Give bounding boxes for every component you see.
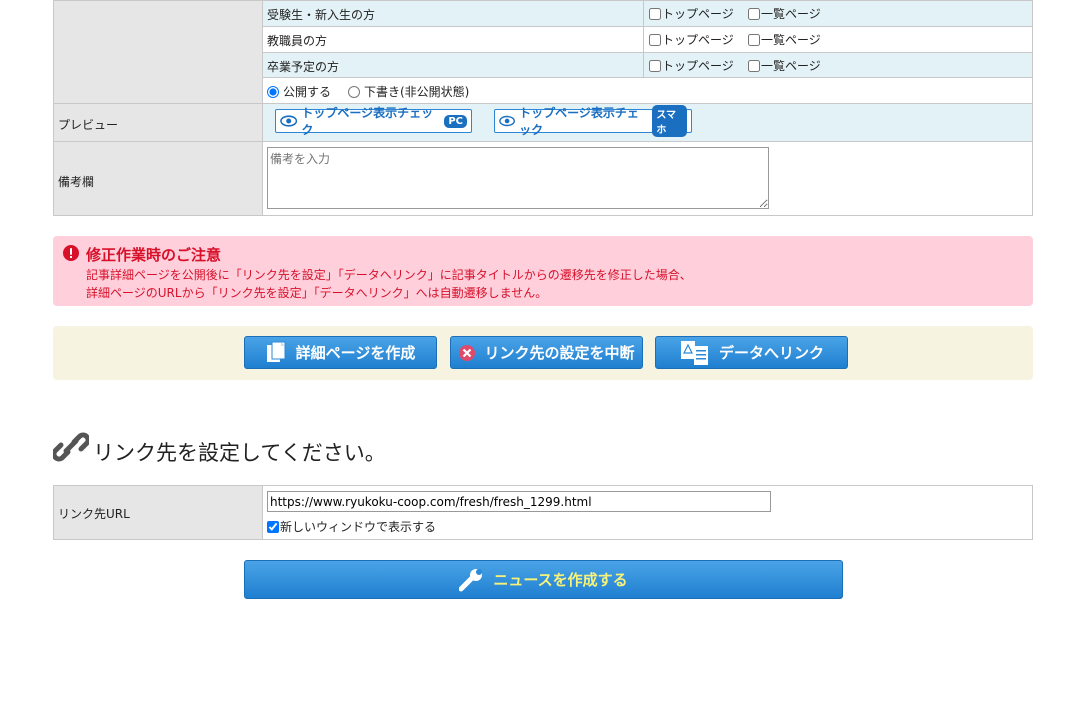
public-radio[interactable]: 公開する	[267, 83, 331, 100]
document-icon	[266, 341, 286, 362]
publish-target-label-cell	[54, 1, 263, 103]
draft-radio[interactable]: 下書き(非公開状態)	[348, 83, 469, 100]
preview-sp-button[interactable]: トップページ表示チェック スマホ	[494, 105, 692, 137]
preview-label-cell: プレビュー	[54, 103, 263, 141]
wrench-icon	[459, 568, 483, 591]
data-link-button[interactable]: データへリンク	[655, 336, 848, 369]
eye-icon	[280, 115, 298, 127]
remarks-label-cell: 備考欄	[54, 141, 263, 215]
link-chain-icon	[53, 432, 89, 462]
url-label: リンク先URL	[58, 507, 130, 521]
cancel-icon	[459, 344, 476, 361]
preview-pc-button[interactable]: トップページ表示チェック PC	[275, 106, 472, 137]
preview-label: プレビュー	[58, 118, 119, 132]
list-page-checkbox[interactable]: 一覧ページ	[748, 57, 821, 74]
new-window-checkbox[interactable]: 新しいウィンドウで表示する	[267, 518, 436, 535]
notice-line-2: 詳細ページのURLから「リンク先を設定」「データへリンク」へは自動遷移しません。	[86, 286, 548, 300]
create-news-button[interactable]: ニュースを作成する	[244, 560, 843, 599]
exclamation-icon	[63, 245, 79, 261]
publish-row-divider	[643, 53, 644, 77]
publish-row: 教職員の方 トップページ 一覧ページ	[263, 26, 1032, 52]
top-page-checkbox[interactable]: トップページ	[649, 31, 734, 48]
link-url-input[interactable]	[267, 491, 771, 512]
file-icon	[680, 340, 708, 365]
remarks-label: 備考欄	[58, 175, 95, 189]
publish-row-divider	[643, 1, 644, 26]
top-page-checkbox[interactable]: トップページ	[649, 57, 734, 74]
publish-row-label: 教職員の方	[267, 34, 328, 48]
sp-badge: スマホ	[652, 105, 687, 137]
cancel-link-setting-button[interactable]: リンク先の設定を中断	[450, 336, 643, 369]
remarks-cell	[263, 141, 1032, 215]
list-page-checkbox[interactable]: 一覧ページ	[748, 5, 821, 22]
publish-settings-table: 受験生・新入生の方 トップページ 一覧ページ 教職員の方 トップページ 一覧ペー…	[53, 0, 1033, 216]
publish-status-row: 公開する 下書き(非公開状態)	[263, 77, 1032, 103]
eye-icon	[499, 115, 515, 127]
action-bar: 詳細ページを作成 リンク先の設定を中断 データへリンク	[53, 326, 1033, 380]
link-section-heading: リンク先を設定してください。	[93, 441, 386, 465]
notice-line-1: 記事詳細ページを公開後に「リンク先を設定」「データへリンク」に記事タイトルからの…	[86, 268, 692, 282]
create-detail-page-button[interactable]: 詳細ページを作成	[244, 336, 437, 369]
publish-row-label: 卒業予定の方	[267, 60, 340, 74]
remarks-textarea[interactable]	[267, 147, 769, 209]
notice-title: 修正作業時のご注意	[86, 246, 222, 264]
link-table: リンク先URL 新しいウィンドウで表示する	[53, 485, 1033, 540]
publish-row: 卒業予定の方 トップページ 一覧ページ	[263, 52, 1032, 77]
publish-row-divider	[643, 27, 644, 52]
publish-row: 受験生・新入生の方 トップページ 一覧ページ	[263, 1, 1032, 26]
top-page-checkbox[interactable]: トップページ	[649, 5, 734, 22]
notice-box: 修正作業時のご注意 記事詳細ページを公開後に「リンク先を設定」「データへリンク」…	[53, 236, 1033, 306]
publish-row-label: 受験生・新入生の方	[267, 8, 376, 22]
pc-badge: PC	[444, 114, 467, 128]
preview-cell: トップページ表示チェック PC トップページ表示チェック スマホ	[263, 103, 1032, 141]
url-label-cell: リンク先URL	[54, 486, 263, 539]
list-page-checkbox[interactable]: 一覧ページ	[748, 31, 821, 48]
